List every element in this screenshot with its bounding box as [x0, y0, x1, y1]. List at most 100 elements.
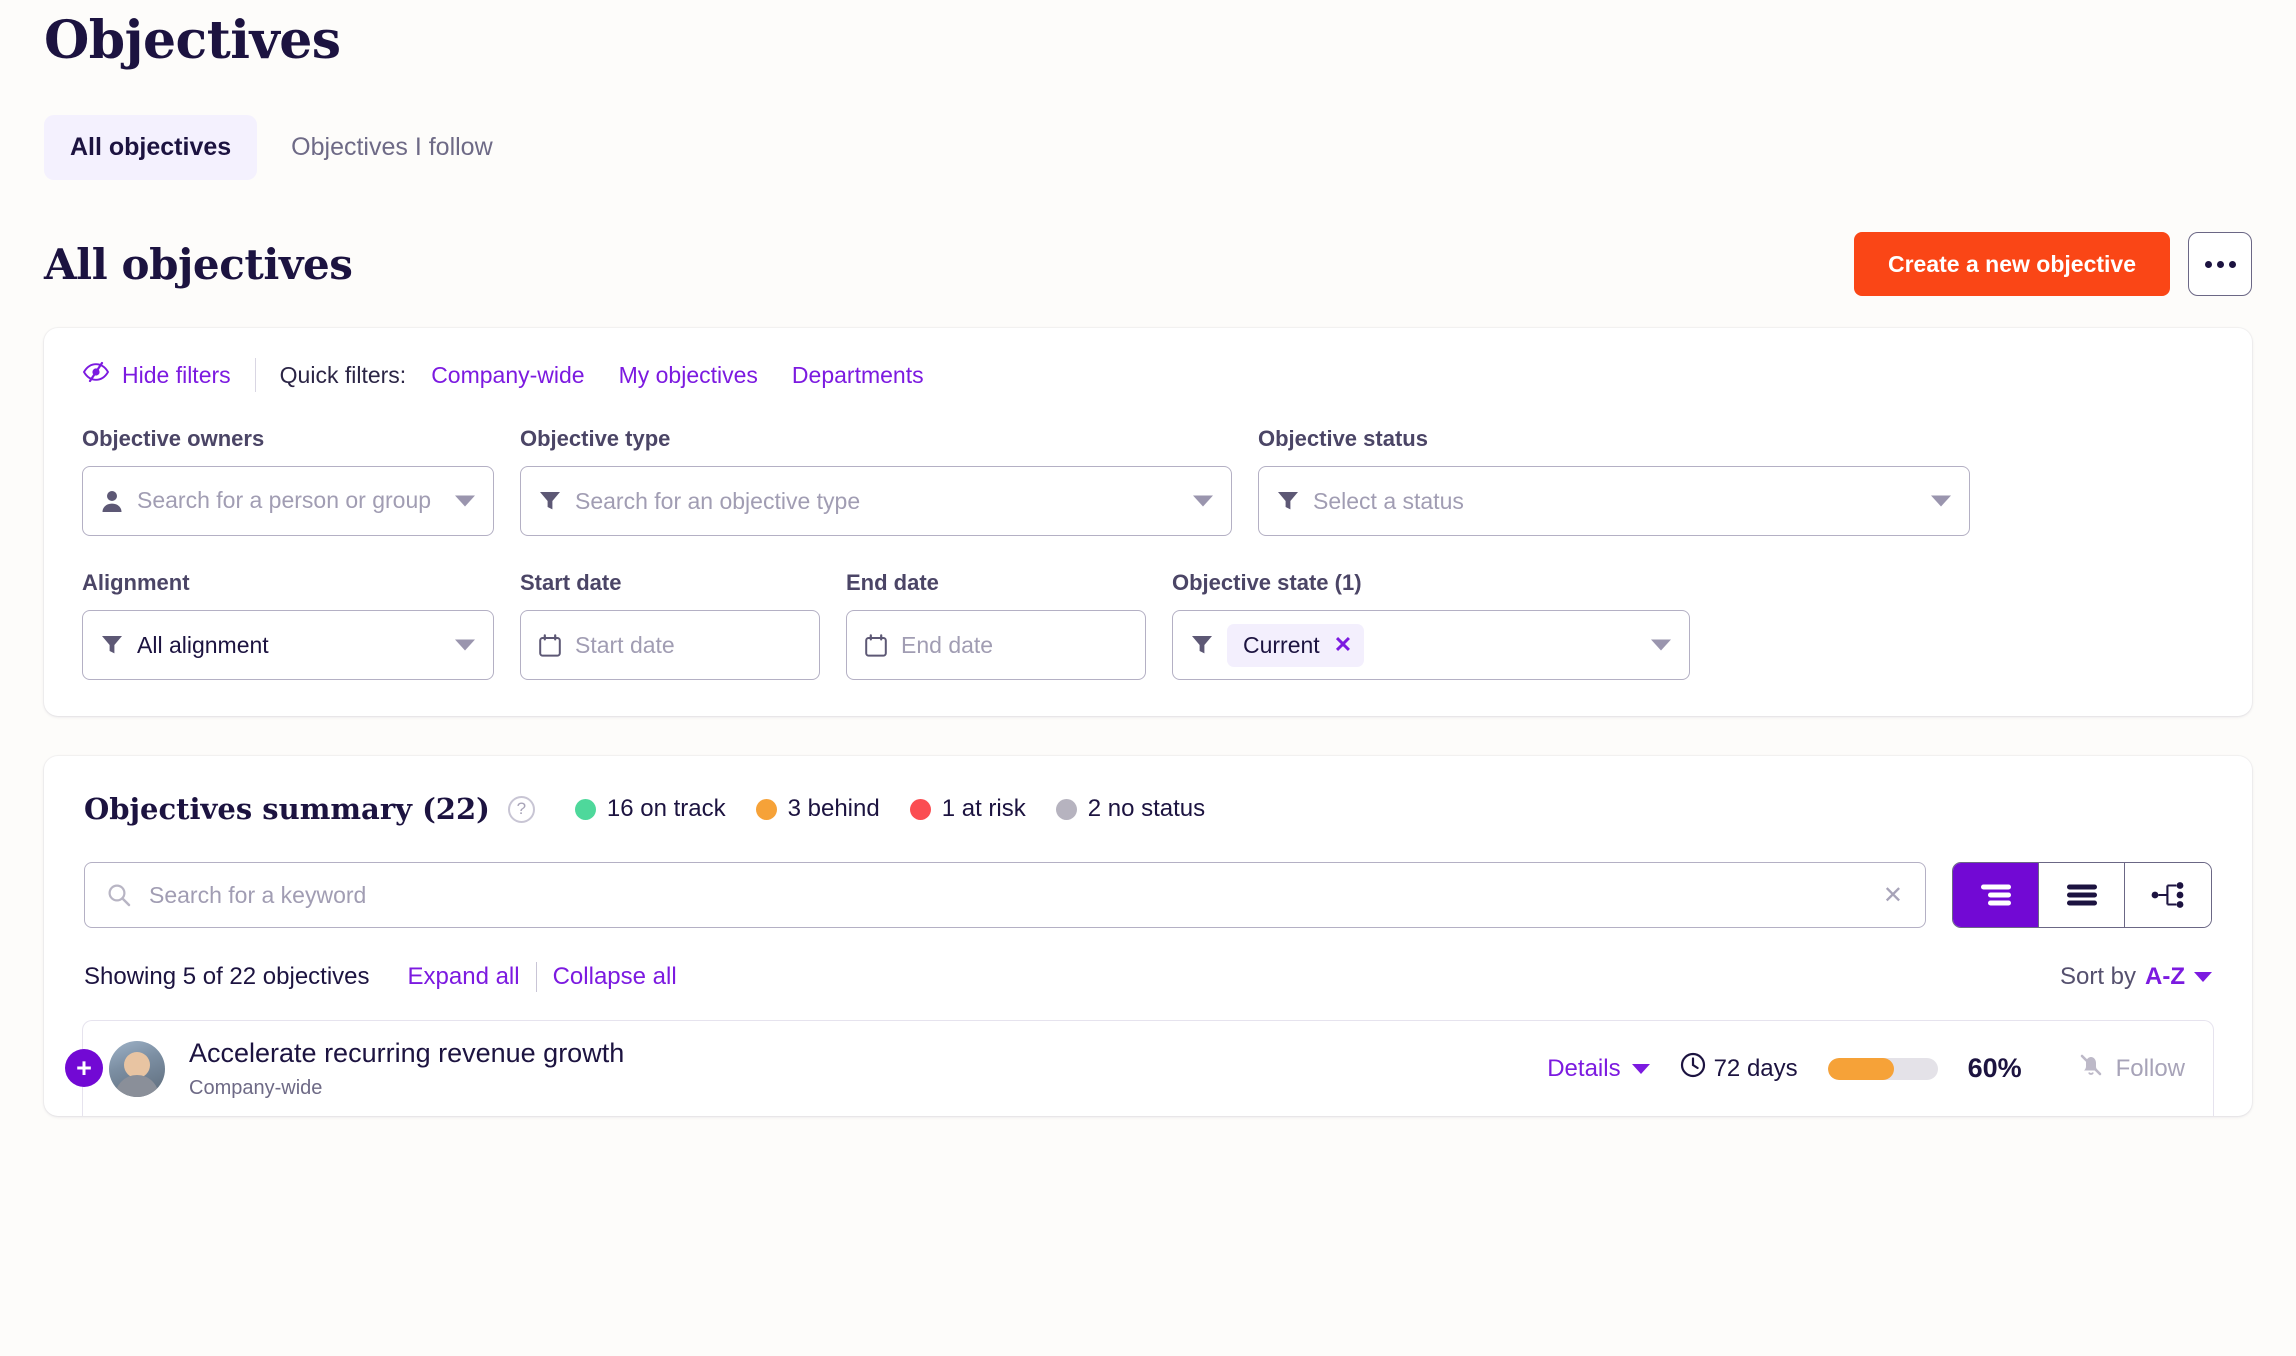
create-new-objective-button[interactable]: Create a new objective [1854, 232, 2170, 297]
filters-row-2: Alignment All alignment Start date Start… [82, 570, 2214, 681]
objective-status-select[interactable]: Select a status [1258, 466, 1970, 537]
listing-controls: Showing 5 of 22 objectives Expand all Co… [84, 962, 2212, 993]
end-date-input[interactable]: End date [846, 610, 1146, 681]
tab-bar: All objectives Objectives I follow [44, 115, 2252, 181]
showing-count: Showing 5 of 22 objectives [84, 963, 370, 991]
chevron-down-icon [1193, 495, 1213, 507]
details-label: Details [1547, 1054, 1621, 1082]
objective-status-placeholder: Select a status [1313, 487, 1464, 514]
clock-icon [1680, 1052, 1706, 1085]
search-row: ✕ [84, 862, 2212, 929]
calendar-icon [865, 633, 887, 657]
chevron-down-icon [1931, 495, 1951, 507]
tab-all-objectives[interactable]: All objectives [44, 115, 258, 181]
clear-search-icon[interactable]: ✕ [1877, 881, 1903, 910]
objective-owners-select[interactable]: Search for a person or group [82, 466, 494, 537]
progress-bar-fill [1827, 1057, 1894, 1080]
objective-state-select[interactable]: Current ✕ [1172, 610, 1690, 681]
chevron-down-icon [2194, 972, 2212, 983]
objective-status-label: Objective status [1258, 426, 1428, 452]
end-date-label: End date [846, 570, 939, 596]
expand-all-link[interactable]: Expand all [392, 963, 536, 991]
header-actions: Create a new objective [1854, 232, 2252, 297]
status-dot-behind [755, 798, 777, 820]
tab-objectives-i-follow[interactable]: Objectives I follow [265, 115, 518, 180]
quick-filter-departments[interactable]: Departments [775, 362, 941, 389]
objective-row-wrapper: + Accelerate recurring revenue growth Co… [65, 1020, 2214, 1117]
add-objective-fab[interactable]: + [65, 1049, 103, 1088]
objective-title[interactable]: Accelerate recurring revenue growth [189, 1037, 1547, 1069]
more-options-button[interactable] [2188, 232, 2252, 297]
objective-owners-placeholder: Search for a person or group [137, 487, 432, 514]
avatar [109, 1040, 165, 1097]
page-title: Objectives [44, 10, 341, 71]
status-dot-on-track [574, 798, 596, 820]
objective-actions: Details 72 days 60% Follow [1547, 1052, 2185, 1085]
objective-type-select[interactable]: Search for an objective type [520, 466, 1232, 537]
end-date-placeholder: End date [901, 631, 994, 658]
table-row[interactable]: Accelerate recurring revenue growth Comp… [82, 1020, 2214, 1117]
alignment-label: Alignment [82, 570, 190, 596]
legend-no-status: 2 no status [1055, 795, 1206, 823]
alignment-select[interactable]: All alignment [82, 610, 494, 681]
details-button[interactable]: Details [1547, 1054, 1650, 1083]
start-date-placeholder: Start date [575, 631, 675, 658]
quick-filter-company-wide[interactable]: Company-wide [414, 362, 601, 389]
view-tree-button[interactable] [2125, 863, 2211, 928]
alignment-value: All alignment [137, 631, 269, 658]
section-title: All objectives [44, 239, 353, 289]
filter-objective-type: Objective type Search for an objective t… [520, 426, 1232, 537]
quick-filter-my-objectives[interactable]: My objectives [602, 362, 775, 389]
ellipsis-icon [2204, 260, 2212, 268]
person-icon [101, 489, 123, 513]
days-label: 72 days [1713, 1054, 1798, 1082]
hide-filters-button[interactable]: Hide filters [82, 361, 255, 389]
sort-control[interactable]: Sort by A-Z [2060, 963, 2212, 991]
filters-row-1: Objective owners Search for a person or … [82, 426, 2214, 537]
calendar-icon [539, 633, 561, 657]
ellipsis-icon [2228, 260, 2236, 268]
objectives-list: + Accelerate recurring revenue growth Co… [65, 1020, 2214, 1117]
search-icon [107, 883, 131, 907]
view-list-button[interactable] [2039, 863, 2125, 928]
legend-at-risk-label: 1 at risk [941, 795, 1026, 823]
filter-objective-state: Objective state (1) Current ✕ [1172, 570, 1690, 681]
summary-title: Objectives summary (22) [84, 792, 490, 827]
keyword-search-box[interactable]: ✕ [84, 862, 1926, 929]
filter-alignment: Alignment All alignment [82, 570, 494, 681]
help-icon[interactable]: ? [507, 795, 535, 823]
legend-on-track: 16 on track [574, 795, 726, 823]
sort-value[interactable]: A-Z [2145, 963, 2185, 991]
legend-no-status-label: 2 no status [1087, 795, 1206, 823]
hide-filters-label: Hide filters [122, 361, 231, 388]
follow-button[interactable]: Follow [2078, 1052, 2185, 1085]
filter-icon [101, 634, 123, 656]
legend-on-track-label: 16 on track [606, 795, 726, 823]
objective-scope: Company-wide [189, 1077, 323, 1100]
ellipsis-icon [2216, 260, 2224, 268]
collapse-all-link[interactable]: Collapse all [537, 963, 693, 991]
status-legend: 16 on track 3 behind 1 at risk 2 no stat… [574, 795, 1206, 823]
objective-state-chip: Current ✕ [1227, 623, 1365, 667]
chevron-down-icon [455, 639, 475, 651]
view-toggle-group [1952, 862, 2212, 929]
objective-state-chip-label: Current [1243, 631, 1320, 658]
filter-icon [1277, 490, 1299, 512]
filter-icon [1191, 634, 1213, 656]
chevron-down-icon [1631, 1063, 1650, 1074]
filter-end-date: End date End date [846, 570, 1146, 681]
progress-percent: 60% [1967, 1053, 2022, 1084]
status-dot-at-risk [909, 798, 931, 820]
view-compact-list-button[interactable] [1953, 863, 2039, 928]
search-input[interactable] [149, 881, 1859, 909]
status-dot-no-status [1055, 798, 1077, 820]
bell-off-icon [2078, 1052, 2104, 1085]
remove-chip-icon[interactable]: ✕ [1334, 632, 1352, 658]
follow-label: Follow [2115, 1054, 2185, 1082]
listing-info: Showing 5 of 22 objectives Expand all Co… [84, 962, 693, 993]
filter-start-date: Start date Start date [520, 570, 820, 681]
filters-panel: Hide filters Quick filters: Company-wide… [44, 328, 2252, 717]
start-date-input[interactable]: Start date [520, 610, 820, 681]
legend-behind-label: 3 behind [787, 795, 880, 823]
filter-icon [539, 490, 561, 512]
